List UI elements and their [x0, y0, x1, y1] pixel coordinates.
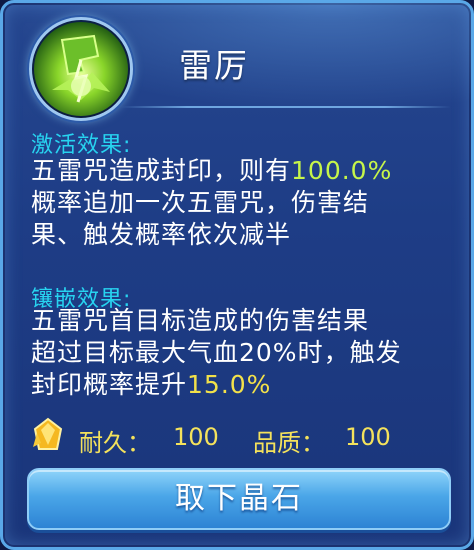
remove-crystal-button[interactable]: 取下晶石	[27, 468, 451, 530]
activation-line-2: 概率追加一次五雷咒，伤害结	[31, 188, 370, 217]
yellow-crystal-icon	[33, 417, 63, 450]
item-title: 雷厉	[179, 46, 249, 85]
activation-line-3: 果、触发概率依次减半	[31, 220, 292, 249]
item-stats-row: 耐久： 100 品质： 100	[27, 413, 457, 457]
quality-label: 品质：	[253, 429, 325, 457]
quality-value: 100	[345, 423, 391, 451]
activation-probability: 100.0%	[291, 156, 393, 185]
item-tooltip-panel: 雷厉 激活效果: 五雷咒造成封印，则有100.0% 概率追加一次五雷咒，伤害结 …	[0, 0, 474, 550]
activation-effect-text: 五雷咒造成封印，则有100.0% 概率追加一次五雷咒，伤害结 果、触发概率依次减…	[31, 155, 461, 251]
inlay-bonus-value: 15.0%	[187, 370, 272, 399]
durability-label: 耐久：	[79, 429, 151, 457]
durability-value: 100	[173, 423, 219, 451]
inlay-line-3: 封印概率提升15.0%	[31, 370, 272, 399]
header-divider	[121, 106, 451, 108]
inlay-line-2: 超过目标最大气血20%时，触发	[31, 338, 402, 367]
inlay-line-1: 五雷咒首目标造成的伤害结果	[31, 306, 370, 335]
activation-line-1: 五雷咒造成封印，则有100.0%	[31, 156, 393, 185]
inlay-effect-text: 五雷咒首目标造成的伤害结果 超过目标最大气血20%时，触发 封印概率提升15.0…	[31, 305, 461, 401]
green-lightning-rune-icon	[29, 17, 133, 121]
